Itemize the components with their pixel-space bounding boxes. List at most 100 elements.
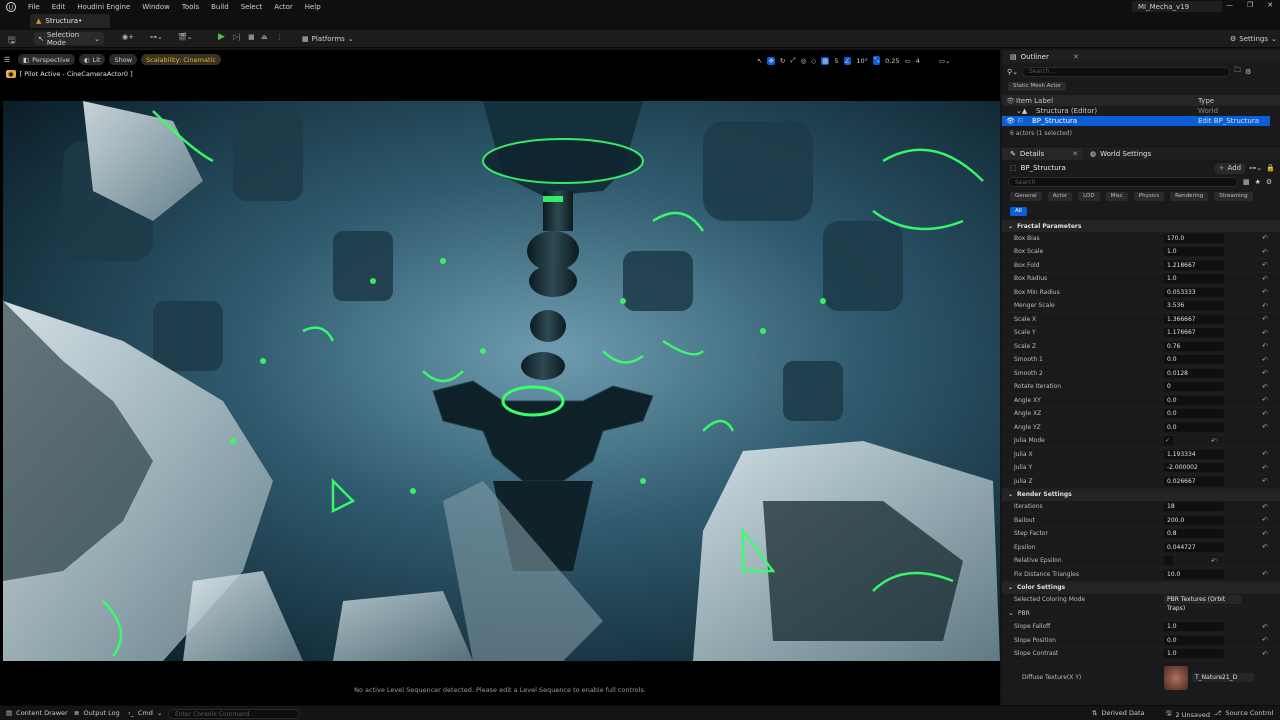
property-value-input[interactable]: 18 (1164, 502, 1224, 512)
rotate-snap-icon[interactable]: ∠ (843, 56, 852, 65)
color-settings-header[interactable]: ⌄ Color Settings (1002, 581, 1280, 594)
reset-to-default-icon[interactable]: ↶ (1211, 557, 1217, 565)
visibility-icon[interactable]: 👁 ⚐ (1006, 117, 1032, 125)
menu-edit[interactable]: Edit (52, 3, 66, 11)
property-value-input[interactable]: ✓ (1164, 436, 1173, 446)
reset-to-default-icon[interactable]: ↶ (1262, 570, 1268, 578)
property-value-input[interactable]: 1.0 (1164, 649, 1224, 659)
save-icon[interactable]: 🖫 (8, 33, 16, 49)
close-icon[interactable]: ✕ (1267, 1, 1273, 9)
menu-build[interactable]: Build (211, 3, 229, 11)
reset-to-default-icon[interactable]: ↶ (1262, 503, 1268, 511)
platforms-dropdown[interactable]: ▦ Platforms ⌄ (298, 32, 354, 45)
reset-to-default-icon[interactable]: ↶ (1262, 464, 1268, 472)
category-physics[interactable]: Physics (1133, 192, 1165, 201)
grid-snap-value[interactable]: 5 (834, 57, 838, 65)
column-type[interactable]: Type (1198, 97, 1214, 105)
details-search-input[interactable]: Search (1008, 177, 1238, 187)
grid-view-icon[interactable]: ▦ (1243, 178, 1250, 186)
column-item-label[interactable]: Item Label (1016, 97, 1198, 105)
reset-to-default-icon[interactable]: ↶ (1262, 315, 1268, 323)
property-value-input[interactable]: 1.0 (1164, 274, 1224, 284)
reset-to-default-icon[interactable]: ↶ (1262, 530, 1268, 538)
more-options-icon[interactable]: ⋮ (276, 33, 283, 41)
reset-to-default-icon[interactable]: ↶ (1262, 329, 1268, 337)
property-value-input[interactable]: 0.053333 (1164, 287, 1224, 297)
minimize-icon[interactable]: — (1226, 1, 1233, 9)
add-actor-icon[interactable]: ◉+ (122, 33, 134, 41)
rotate-snap-value[interactable]: 10° (856, 57, 868, 65)
property-value-input[interactable]: 1.0 (1164, 247, 1224, 257)
reset-to-default-icon[interactable]: ↶ (1262, 288, 1268, 296)
property-value-input[interactable]: 1.193334 (1164, 449, 1224, 459)
play-icon[interactable]: ▶ (218, 32, 225, 42)
fractal-scene-render[interactable] (3, 101, 1000, 661)
filter-chip[interactable]: Static Mesh Actor (1008, 82, 1067, 91)
property-value-input[interactable]: 3.536 (1164, 301, 1224, 311)
surface-snap-icon[interactable]: ◇ (811, 57, 816, 65)
lit-button[interactable]: ◐ Lit (78, 54, 106, 65)
add-folder-icon[interactable]: 🗀 (1234, 66, 1241, 77)
property-value-input[interactable]: 0.026667 (1164, 476, 1224, 486)
property-value-input[interactable]: 0.0 (1164, 422, 1224, 432)
property-value-input[interactable]: 0.8 (1164, 529, 1224, 539)
menu-houdini-engine[interactable]: Houdini Engine (77, 3, 130, 11)
reset-to-default-icon[interactable]: ↶ (1262, 275, 1268, 283)
texture-thumbnail[interactable] (1164, 665, 1188, 690)
camera-speed-value[interactable]: 4 (916, 57, 920, 65)
texture-picker-dropdown[interactable]: T_Nature21_D (1192, 673, 1254, 682)
property-value-input[interactable]: 1.366667 (1164, 314, 1224, 324)
pbr-group-header[interactable]: ⌄ PBR (1002, 607, 1280, 621)
unsaved-button[interactable]: 🖫 2 Unsaved (1166, 709, 1210, 720)
reset-to-default-icon[interactable]: ↶ (1262, 356, 1268, 364)
outliner-row-bp-structura[interactable]: 👁 ⚐ BP_Structura Edit BP_Structura (1002, 116, 1270, 126)
reset-to-default-icon[interactable]: ↶ (1262, 450, 1268, 458)
console-input[interactable]: Enter Console Command (168, 709, 300, 719)
reset-to-default-icon[interactable]: ↶ (1262, 423, 1268, 431)
category-general[interactable]: General (1010, 192, 1042, 201)
property-value-input[interactable]: 0.0 (1164, 409, 1224, 419)
category-streaming[interactable]: Streaming (1214, 192, 1253, 201)
property-value-input[interactable]: -2.000002 (1164, 463, 1224, 473)
property-value-input[interactable] (1164, 556, 1173, 566)
category-all[interactable]: All (1010, 207, 1027, 216)
blueprint-options-icon[interactable]: ⊶⌄ (1249, 164, 1262, 172)
hamburger-icon[interactable]: ☰ (4, 56, 14, 64)
reset-to-default-icon[interactable]: ↶ (1262, 543, 1268, 551)
coloring-mode-dropdown[interactable]: PBR Textures (Orbit Traps) (1164, 595, 1242, 612)
unreal-logo-icon[interactable]: U (6, 2, 16, 12)
property-value-input[interactable]: 0.0128 (1164, 368, 1224, 378)
step-icon[interactable]: ▷| (233, 33, 241, 41)
reset-to-default-icon[interactable]: ↶ (1262, 477, 1268, 485)
tab-world-settings[interactable]: ◍ World Settings (1082, 148, 1151, 160)
property-value-input[interactable]: 170.0 (1164, 233, 1224, 243)
reset-to-default-icon[interactable]: ↶ (1262, 650, 1268, 658)
maximize-icon[interactable]: ❐ (1247, 1, 1253, 9)
camera-speed-icon[interactable]: ▭ (905, 57, 911, 65)
category-rendering[interactable]: Rendering (1170, 192, 1209, 201)
show-button[interactable]: Show (109, 54, 138, 65)
content-drawer-button[interactable]: ▤ Content Drawer (6, 709, 68, 717)
property-value-input[interactable]: 200.0 (1164, 515, 1224, 525)
derived-data-button[interactable]: ⇅ Derived Data (1092, 709, 1145, 717)
property-value-input[interactable]: 0.0 (1164, 395, 1224, 405)
property-value-input[interactable]: 0 (1164, 382, 1224, 392)
select-tool-icon[interactable]: ↖ (757, 57, 762, 65)
output-log-button[interactable]: ≣ Output Log (74, 709, 120, 717)
selection-mode-dropdown[interactable]: ↖ Selection Mode ⌄ (34, 31, 104, 47)
fractal-parameters-header[interactable]: ⌄ Fractal Parameters (1002, 220, 1280, 232)
menu-window[interactable]: Window (142, 3, 170, 11)
blueprint-icon[interactable]: ⊶⌄ (150, 33, 163, 41)
reset-to-default-icon[interactable]: ↶ (1262, 383, 1268, 391)
filter-icon[interactable]: ⚲⌄ (1007, 68, 1018, 76)
lock-icon[interactable]: 🔒 (1266, 164, 1275, 172)
rotate-tool-icon[interactable]: ↻ (780, 57, 785, 65)
property-value-input[interactable]: 0.0 (1164, 635, 1224, 645)
menu-select[interactable]: Select (241, 3, 263, 11)
reset-to-default-icon[interactable]: ↶ (1262, 261, 1268, 269)
menu-tools[interactable]: Tools (182, 3, 199, 11)
reset-to-default-icon[interactable]: ↶ (1262, 623, 1268, 631)
outliner-search-input[interactable]: Search... (1022, 66, 1230, 77)
property-value-input[interactable]: 10.0 (1164, 569, 1224, 579)
settings-button[interactable]: ⚙ Settings ⌄ (1226, 32, 1277, 45)
